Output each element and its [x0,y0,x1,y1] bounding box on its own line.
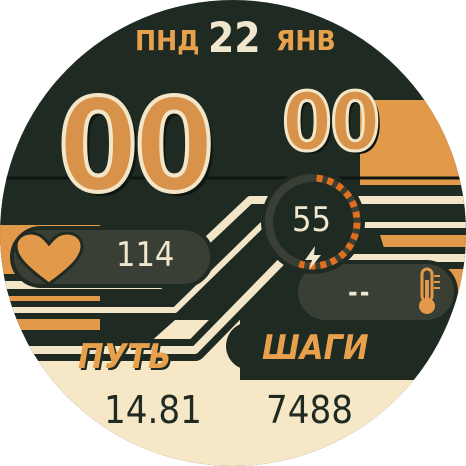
temperature-value: -- [348,278,372,308]
day-number: 22 [208,13,261,62]
distance-value: 14.81 [104,388,202,432]
minutes-display: 00 [280,75,381,171]
bolt-icon [305,246,321,270]
watch-face: ПНД 22 ЯНВ 00 00 55 114 -- ПУТЬ ШАГИ 14.… [0,0,466,466]
steps-label: ШАГИ [262,328,369,368]
hours-display: 00 [56,70,216,223]
thermometer-icon [419,267,440,314]
weekday-label: ПНД [135,24,200,57]
distance-label: ПУТЬ [78,337,172,377]
heart-rate-value: 114 [116,235,175,275]
battery-value: 55 [292,200,331,240]
steps-value: 7488 [266,388,353,432]
month-label: ЯНВ [276,24,336,57]
heart-icon[interactable] [14,232,84,286]
